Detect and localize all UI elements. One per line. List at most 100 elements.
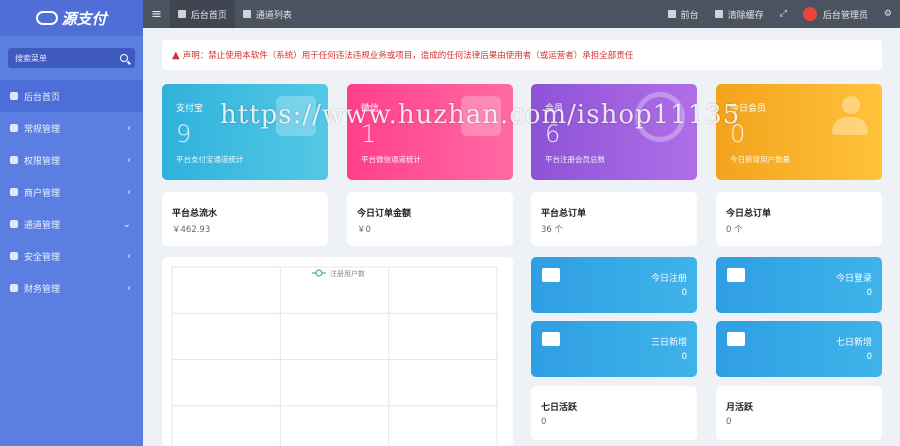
today-member-stat-card: 今日会员 0 今日新增用户数量 [716, 84, 882, 180]
topbar-right: 前台 清除缓存 ⤢ 后台管理员 ⚙ [660, 0, 900, 28]
total-flow-box: 平台总流水 ￥462.93 [162, 192, 328, 246]
hamburger-icon: ≡ [151, 6, 162, 22]
card-value: 0 [730, 120, 746, 148]
box-value: 0 个 [726, 225, 743, 235]
wechat-stat-card: 微信 1 平台微信通道统计 [347, 84, 513, 180]
monthly-active-box: 月活跃 0 [716, 386, 882, 440]
sidebar-item-label: 后台首页 [24, 92, 61, 103]
sidebar-item-security[interactable]: 安全管理 ‹ [0, 240, 143, 272]
settings-button[interactable]: ⚙ [876, 0, 900, 28]
card-value: 0 [681, 288, 687, 298]
group-icon [10, 156, 18, 164]
notice-text: 声明：禁止使用本软件（系统）用于任何违法违规业务或项目，造成的任何法律后果由使用… [182, 51, 634, 61]
box-title: 平台总流水 [172, 209, 218, 219]
sidebar-item-label: 财务管理 [24, 284, 61, 295]
card-value: 0 [866, 288, 872, 298]
disclaimer-notice: ▲ 声明：禁止使用本软件（系统）用于任何违法违规业务或项目，造成的任何法律后果由… [162, 40, 882, 70]
watermark: https://www.huzhan.com/ishop11135 [220, 100, 741, 130]
sidebar-item-channels[interactable]: 通道管理 ⌄ [0, 208, 143, 240]
seven-day-active-box: 七日活跃 0 [531, 386, 697, 440]
user-icon [10, 188, 18, 196]
chevron-left-icon: ‹ [127, 154, 131, 166]
clear-cache-button[interactable]: 清除缓存 [707, 0, 772, 28]
three-day-new-card: 三日新增 0 [531, 321, 697, 377]
brand-logo[interactable]: 源支付 [0, 0, 143, 36]
member-stat-card: 会员 6 平台注册会员总数 [531, 84, 697, 180]
card-title: 三日新增 [650, 338, 687, 348]
box-title: 月活跃 [726, 403, 754, 413]
box-value: 36 个 [541, 225, 564, 235]
sidebar-item-label: 商户管理 [24, 188, 61, 199]
box-title: 平台总订单 [541, 209, 587, 219]
box-value: ￥0 [357, 225, 371, 235]
card-subtitle: 平台支付宝通道统计 [176, 155, 244, 164]
admin-name: 后台管理员 [822, 10, 868, 21]
top-navbar: ≡ 后台首页 通道列表 前台 清除缓存 ⤢ 后台管理员 ⚙ [143, 0, 900, 28]
card-subtitle: 今日新增用户数量 [730, 155, 790, 164]
warning-icon: ▲ [172, 49, 180, 61]
today-login-card: 今日登录 0 [716, 257, 882, 313]
sidebar-item-label: 通道管理 [24, 220, 61, 231]
register-line-chart: 注册用户数 [171, 266, 498, 446]
menu-search-placeholder: 搜索菜单 [15, 53, 47, 63]
cube-icon [542, 332, 560, 346]
card-title: 今日注册 [650, 274, 687, 284]
box-title: 今日总订单 [726, 209, 772, 219]
alipay-stat-card: 支付宝 9 平台支付宝通道统计 [162, 84, 328, 180]
chevron-down-icon: ⌄ [122, 218, 131, 230]
cogs-icon [10, 124, 18, 132]
sidebar-item-general[interactable]: 常规管理 ‹ [0, 112, 143, 144]
front-link[interactable]: 前台 [660, 0, 707, 28]
tab-label: 后台首页 [190, 10, 227, 21]
total-orders-box: 平台总订单 36 个 [531, 192, 697, 246]
fullscreen-icon: ⤢ [779, 9, 787, 19]
chevron-left-icon: ‹ [127, 250, 131, 262]
chevron-left-icon: ‹ [127, 122, 131, 134]
card-title: 七日新增 [835, 338, 872, 348]
chevron-left-icon: ‹ [127, 282, 131, 294]
card-subtitle: 平台微信通道统计 [361, 155, 421, 164]
admin-menu[interactable]: 后台管理员 [795, 0, 876, 28]
sidebar-item-label: 安全管理 [24, 252, 61, 263]
card-subtitle: 平台注册会员总数 [545, 155, 605, 164]
sidebar-item-permissions[interactable]: 权限管理 ‹ [0, 144, 143, 176]
avatar [802, 7, 817, 21]
card-value: 0 [681, 352, 687, 362]
tab-channel-list[interactable]: 通道列表 [235, 0, 300, 28]
box-title: 今日订单金额 [357, 209, 412, 219]
dashboard-icon [10, 92, 18, 100]
clear-cache-label: 清除缓存 [727, 10, 764, 21]
card-title: 今日登录 [835, 274, 872, 284]
sidebar-item-dashboard[interactable]: 后台首页 [0, 80, 143, 112]
tab-label: 通道列表 [255, 10, 292, 21]
menu-search-input[interactable]: 搜索菜单 [8, 48, 135, 68]
channel-icon [242, 10, 251, 18]
sidebar-item-merchants[interactable]: 商户管理 ‹ [0, 176, 143, 208]
seven-day-new-card: 七日新增 0 [716, 321, 882, 377]
today-order-amount-box: 今日订单金额 ￥0 [347, 192, 513, 246]
box-value: 0 [726, 417, 732, 427]
truck-icon [727, 268, 745, 282]
box-title: 七日活跃 [541, 403, 578, 413]
tab-dashboard[interactable]: 后台首页 [169, 0, 235, 28]
trash-icon [714, 10, 723, 18]
card-value: 0 [866, 352, 872, 362]
fullscreen-button[interactable]: ⤢ [772, 0, 795, 28]
pie-chart-icon [10, 284, 18, 292]
today-register-card: 今日注册 0 [531, 257, 697, 313]
menu-toggle-button[interactable]: ≡ [143, 0, 170, 28]
box-value: 0 [541, 417, 547, 427]
sidebar-item-finance[interactable]: 财务管理 ‹ [0, 272, 143, 304]
search-icon[interactable] [120, 54, 128, 62]
chevron-left-icon: ‹ [127, 186, 131, 198]
legend-label: 注册用户数 [330, 269, 365, 278]
legend-marker [315, 269, 323, 277]
sidebar-item-label: 权限管理 [24, 156, 61, 167]
cloud-icon [36, 11, 59, 25]
gear-icon [10, 252, 18, 260]
brand-name: 源支付 [61, 9, 107, 28]
coffee-icon [542, 268, 560, 282]
sidebar-item-label: 常规管理 [24, 124, 61, 135]
gear-icon: ⚙ [883, 9, 892, 19]
register-chart-panel: 注册用户数 [162, 257, 513, 446]
